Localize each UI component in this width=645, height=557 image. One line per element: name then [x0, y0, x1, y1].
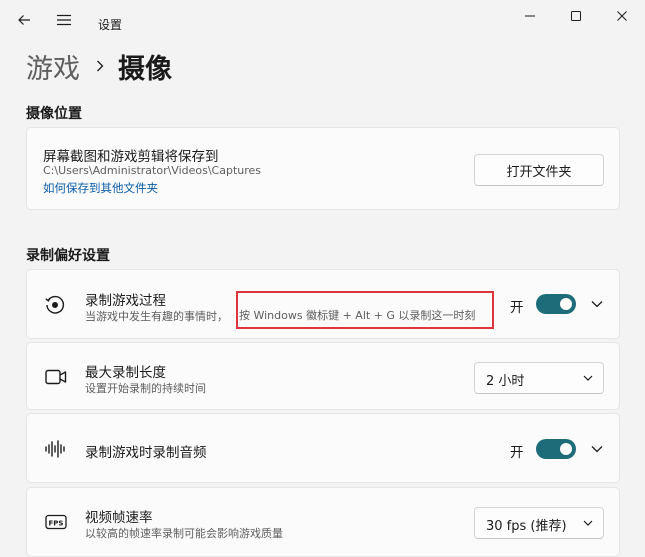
open-folder-button[interactable]: 打开文件夹: [474, 154, 604, 186]
record-audio-toggle-label: 开: [510, 445, 524, 461]
chevron-right-icon: [96, 60, 104, 72]
app-title: 设置: [98, 18, 123, 32]
capture-location-card: 屏幕截图和游戏剪辑将保存到 C:\Users\Administrator\Vid…: [26, 127, 620, 210]
hamburger-menu-icon[interactable]: [46, 6, 82, 34]
record-gameplay-toggle-label: 开: [510, 300, 524, 316]
chevron-down-icon: [583, 371, 593, 386]
audio-waveform-icon: [43, 437, 67, 461]
record-what-happened-icon: [43, 293, 67, 317]
breadcrumb: 游戏 摄像: [26, 44, 172, 88]
record-audio-card: 录制游戏时录制音频 开: [26, 413, 620, 483]
section-title-capture-location: 摄像位置: [26, 106, 82, 122]
highlight-box: [236, 291, 494, 329]
close-icon[interactable]: [599, 0, 645, 32]
video-frame-rate-value: 30 fps (推荐): [486, 519, 567, 534]
record-gameplay-title: 录制游戏过程: [85, 293, 166, 309]
capture-location-title: 屏幕截图和游戏剪辑将保存到: [43, 149, 219, 165]
max-recording-length-dropdown[interactable]: 2 小时: [474, 362, 604, 394]
chevron-down-icon: [583, 516, 593, 531]
video-frame-rate-card: FPS 视频帧速率 以较高的帧速率录制可能会影响游戏质量 30 fps (推荐): [26, 487, 620, 557]
chevron-down-icon[interactable]: [585, 292, 609, 316]
fps-icon: FPS: [43, 512, 69, 532]
capture-path: C:\Users\Administrator\Videos\Captures: [43, 164, 262, 177]
max-recording-length-value: 2 小时: [486, 374, 525, 389]
minimize-icon[interactable]: [507, 0, 553, 32]
record-audio-toggle[interactable]: [536, 439, 576, 459]
title-bar: 设置: [0, 0, 645, 40]
max-recording-length-title: 最大录制长度: [85, 365, 166, 381]
svg-text:FPS: FPS: [49, 519, 64, 527]
chevron-down-icon[interactable]: [585, 437, 609, 461]
video-frame-rate-dropdown[interactable]: 30 fps (推荐): [474, 507, 604, 539]
breadcrumb-parent[interactable]: 游戏: [26, 47, 80, 86]
change-folder-link[interactable]: 如何保存到其他文件夹: [43, 180, 158, 196]
section-title-recording-prefs: 录制偏好设置: [26, 248, 110, 264]
record-audio-title: 录制游戏时录制音频: [85, 445, 207, 461]
record-gameplay-desc: 当游戏中发生有趣的事情时，: [85, 310, 228, 323]
maximize-icon[interactable]: [553, 0, 599, 32]
record-gameplay-toggle[interactable]: [536, 294, 576, 314]
video-frame-rate-title: 视频帧速率: [85, 510, 153, 526]
camcorder-icon: [43, 365, 69, 389]
page-title: 摄像: [118, 53, 172, 85]
max-recording-length-card: 最大录制长度 设置开始录制的持续时间 2 小时: [26, 342, 620, 410]
back-arrow-icon[interactable]: [6, 6, 42, 34]
video-frame-rate-desc: 以较高的帧速率录制可能会影响游戏质量: [85, 527, 283, 540]
max-recording-length-desc: 设置开始录制的持续时间: [85, 382, 206, 395]
